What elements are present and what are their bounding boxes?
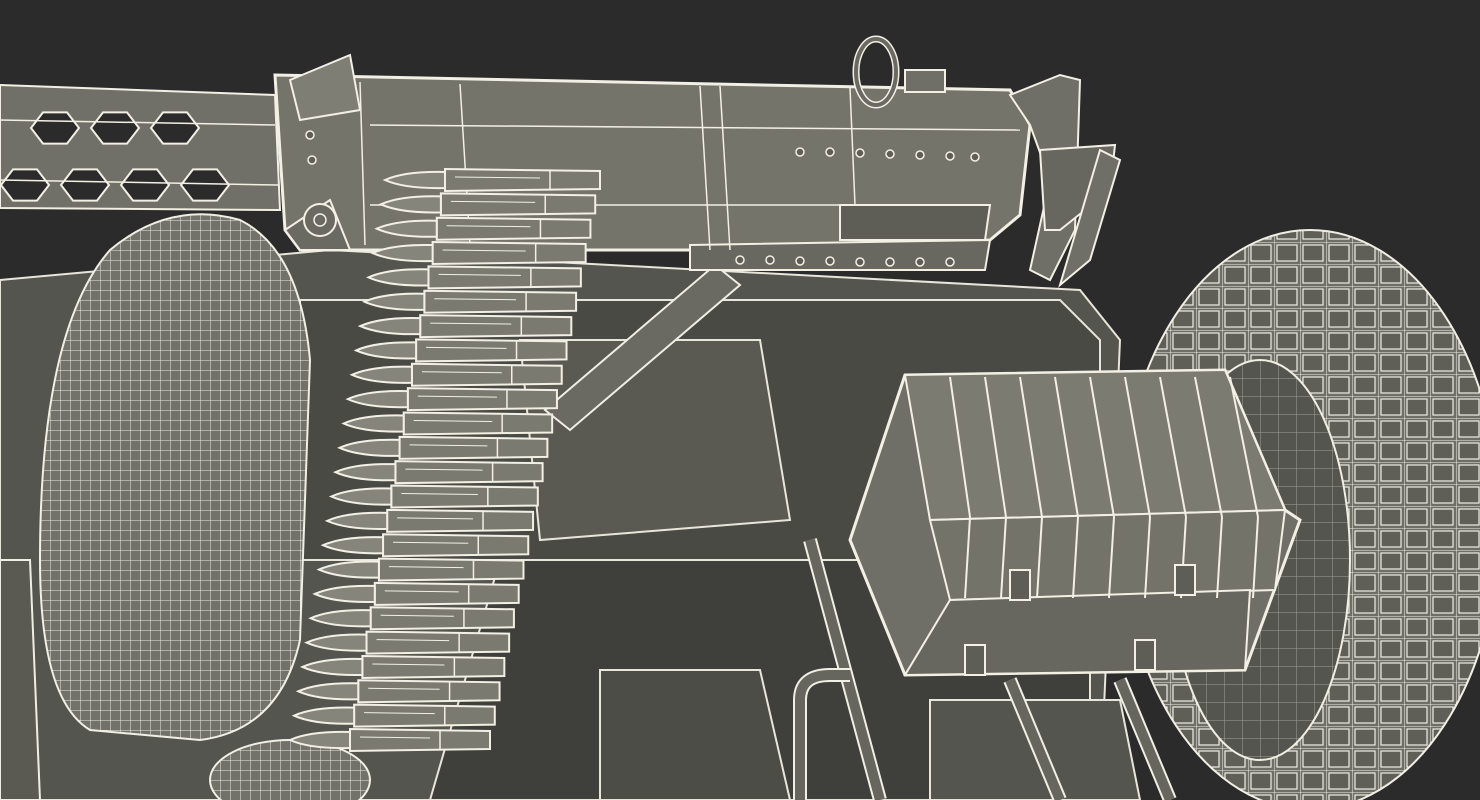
cartridge-icon (370, 241, 587, 266)
cartridge-icon (345, 387, 558, 412)
cartridge-icon (295, 679, 501, 704)
cartridge-icon (378, 192, 597, 217)
cartridge-icon (287, 727, 491, 753)
cartridge-icon (320, 533, 530, 558)
cartridge-icon (328, 484, 539, 509)
cartridge-icon (361, 289, 578, 314)
cartridge-icon (312, 581, 520, 606)
wireframe-render (0, 35, 1480, 800)
cartridge-icon (324, 508, 535, 533)
cartridge-icon (382, 167, 601, 193)
cartridge-icon (374, 216, 592, 241)
cartridge-icon (299, 654, 506, 679)
cartridge-icon (337, 435, 549, 460)
cartridge-icon (357, 314, 573, 339)
cartridge-icon (366, 265, 582, 290)
cartridge-icon (332, 460, 544, 485)
cartridge-icon (349, 362, 563, 387)
cartridge-icon (291, 703, 496, 728)
cartridge-icon (308, 606, 515, 631)
cartridge-icon (316, 557, 525, 582)
ammo-crate-icon (848, 368, 1302, 677)
render-viewport (0, 0, 1480, 800)
cartridge-icon (304, 630, 511, 655)
cartridge-icon (341, 411, 554, 436)
gun-barrel-shroud-icon (0, 83, 282, 212)
cartridge-icon (353, 338, 568, 363)
